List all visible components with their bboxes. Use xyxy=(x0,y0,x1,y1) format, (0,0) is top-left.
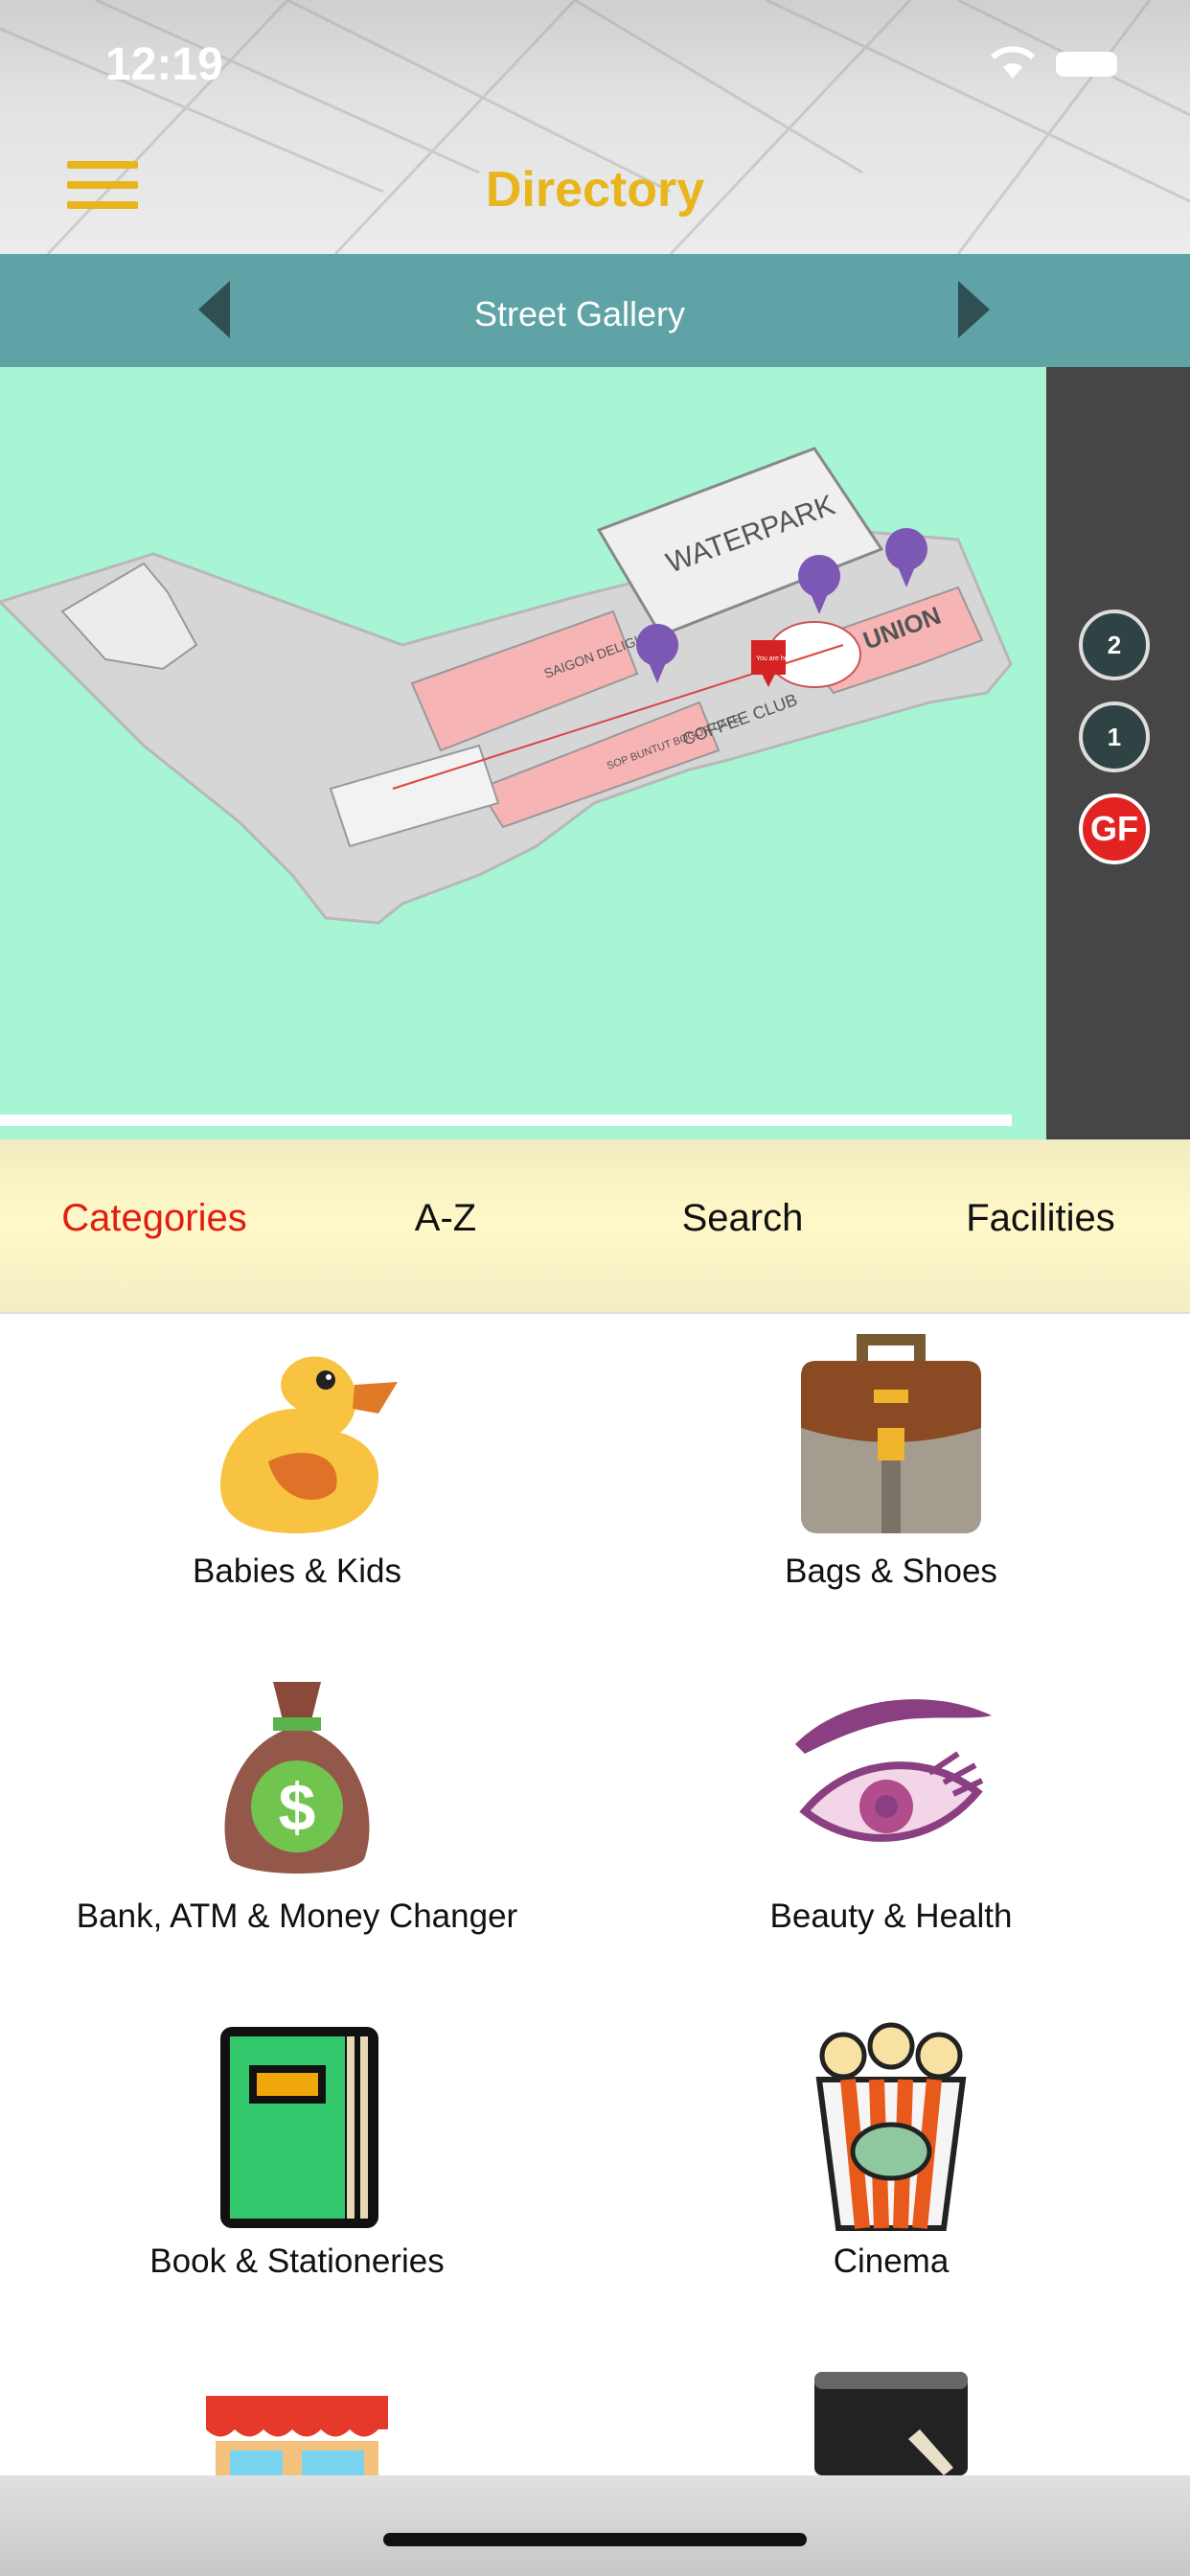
popcorn-icon xyxy=(815,2022,967,2231)
category-label: Bags & Shoes xyxy=(785,1552,997,1590)
duck-icon xyxy=(220,1356,398,1533)
status-time: 12:19 xyxy=(105,39,223,90)
category-store[interactable] xyxy=(29,2391,565,2487)
tab-categories[interactable]: Categories xyxy=(6,1197,303,1240)
money-bag-icon: $ xyxy=(224,1682,370,1874)
tab-search[interactable]: Search xyxy=(594,1197,891,1240)
category-cinema[interactable]: Cinema xyxy=(623,2022,1159,2281)
tab-facilities[interactable]: Facilities xyxy=(892,1197,1189,1240)
you-are-here-label: You are here xyxy=(756,656,794,662)
category-label: Cinema xyxy=(833,2242,950,2280)
floor-plan-drawing: WATERPARK UNION SAIGON DELIGHT COFFEE CL… xyxy=(0,447,1013,925)
book-icon xyxy=(220,2027,378,2228)
briefcase-icon xyxy=(801,1334,981,1533)
header-bar: 12:19 Directory xyxy=(0,0,1190,254)
category-label: Beauty & Health xyxy=(769,1898,1013,1935)
directory-tabs: Categories A-Z Search Facilities xyxy=(0,1139,1190,1314)
home-indicator[interactable] xyxy=(383,2533,807,2546)
category-babies-kids[interactable]: Babies & Kids xyxy=(29,1332,565,1591)
next-area-arrow-icon[interactable] xyxy=(958,281,990,338)
battery-icon xyxy=(1056,52,1117,77)
category-bags-shoes[interactable]: Bags & Shoes xyxy=(623,1332,1159,1591)
floor-button-2[interactable]: 2 xyxy=(1079,610,1150,680)
category-book-stationeries[interactable]: Book & Stationeries xyxy=(29,2022,565,2281)
floor-map[interactable]: WATERPARK UNION SAIGON DELIGHT COFFEE CL… xyxy=(0,367,1046,1139)
eye-icon xyxy=(795,1699,992,1842)
store-icon xyxy=(206,2396,388,2487)
area-selector: Street Gallery xyxy=(0,254,1190,367)
floor-button-1[interactable]: 1 xyxy=(1079,702,1150,772)
category-label: Bank, ATM & Money Changer xyxy=(76,1898,518,1935)
floor-selector: 2 1 GF xyxy=(1046,367,1190,1139)
svg-text:$: $ xyxy=(279,1770,316,1845)
map-scrollbar[interactable] xyxy=(0,1115,1012,1126)
floor-button-gf[interactable]: GF xyxy=(1079,794,1150,864)
category-electronics[interactable] xyxy=(623,2372,1159,2475)
home-indicator-area xyxy=(0,2475,1190,2576)
category-beauty-health[interactable]: Beauty & Health xyxy=(623,1677,1159,1936)
category-label: Book & Stationeries xyxy=(149,2242,445,2280)
category-label: Babies & Kids xyxy=(193,1552,401,1590)
wifi-icon xyxy=(990,46,1036,79)
category-bank-atm[interactable]: $ Bank, ATM & Money Changer xyxy=(29,1677,565,1936)
tablet-icon xyxy=(814,2372,968,2475)
page-title: Directory xyxy=(485,162,705,218)
tab-a-z[interactable]: A-Z xyxy=(297,1197,594,1240)
